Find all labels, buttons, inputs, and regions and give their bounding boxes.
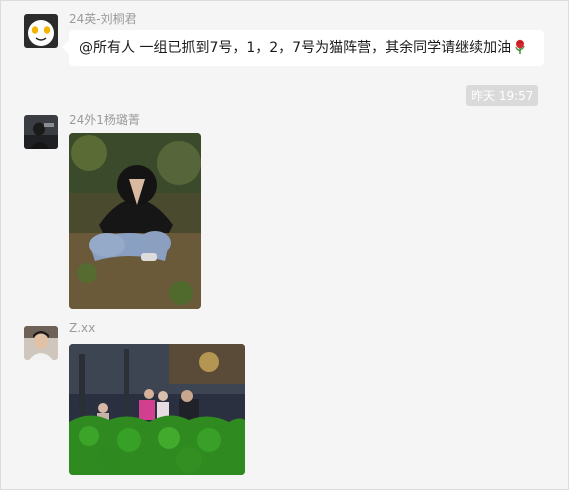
text-message-bubble[interactable]: @所有人 一组已抓到7号，1，2，7号为猫阵营，其余同学请继续加油 bbox=[69, 30, 544, 66]
rose-icon bbox=[513, 39, 527, 60]
avatar-z-xx[interactable] bbox=[24, 326, 58, 360]
timestamp-chip: 昨天 19:57 bbox=[466, 85, 539, 106]
image-message-person-crouching[interactable] bbox=[69, 133, 201, 309]
chat-window: 24英-刘桐君 @所有人 一组已抓到7号，1，2，7号为猫阵营，其余同学请继续加… bbox=[0, 0, 569, 490]
sender-name: Z.xx bbox=[69, 321, 96, 335]
image-message-group-night[interactable] bbox=[69, 344, 245, 475]
message-text: @所有人 一组已抓到7号，1，2，7号为猫阵营，其余同学请继续加油 bbox=[79, 40, 512, 56]
sender-name: 24外1杨璐菁 bbox=[69, 113, 140, 127]
sender-name: 24英-刘桐君 bbox=[69, 12, 137, 26]
avatar-yang-lujing[interactable] bbox=[24, 115, 58, 149]
avatar-liu-tongjun[interactable] bbox=[24, 14, 58, 48]
